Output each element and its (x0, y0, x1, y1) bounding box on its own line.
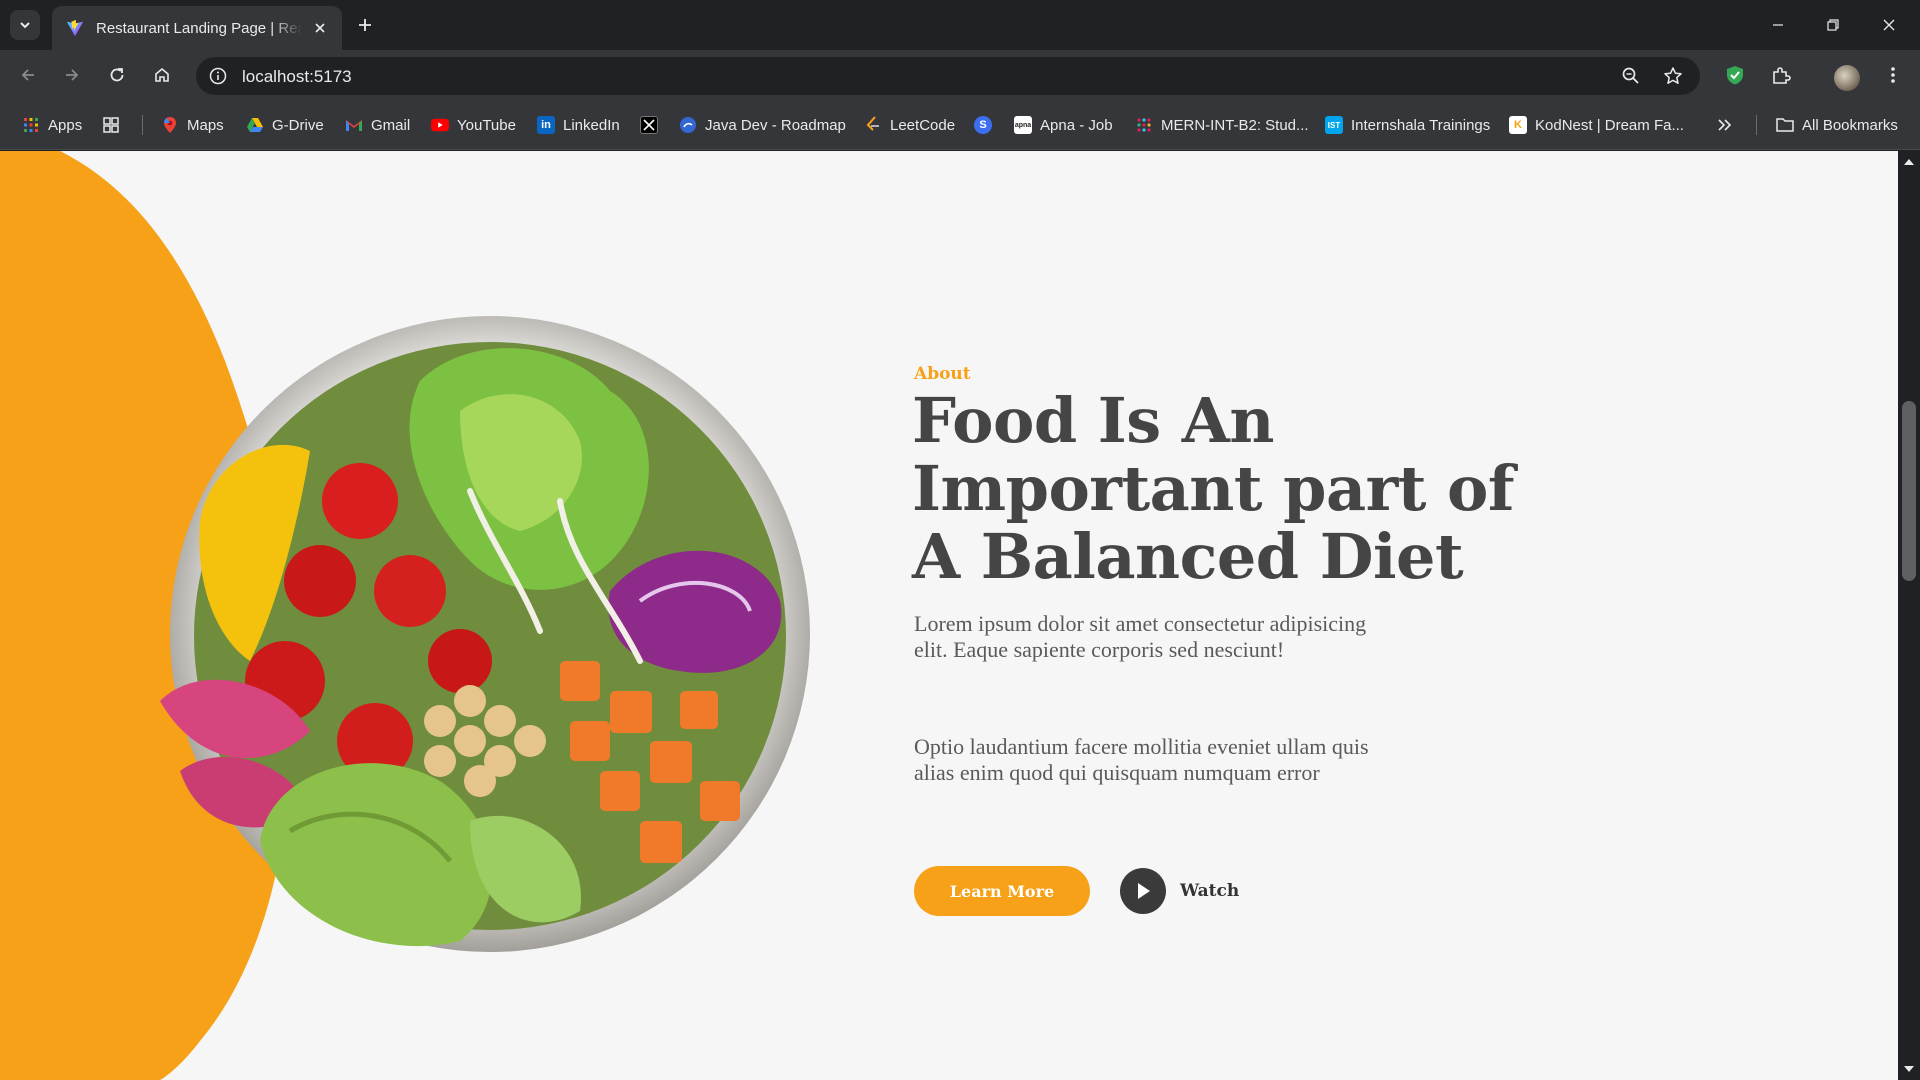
play-icon (1120, 868, 1166, 914)
bookmark-star-icon[interactable] (1662, 65, 1684, 87)
browser-toolbar: localhost:5173 (0, 50, 1920, 100)
profile-avatar[interactable] (1834, 65, 1860, 91)
close-icon (1883, 19, 1895, 31)
close-window-button[interactable] (1874, 10, 1904, 40)
minimize-button[interactable] (1763, 10, 1793, 40)
scrollbar-thumb[interactable] (1902, 401, 1916, 581)
tab-groups-icon (102, 116, 120, 134)
apna-icon: apna (1014, 116, 1032, 134)
bookmark-apps[interactable]: Apps (22, 113, 82, 137)
leetcode-icon (864, 116, 882, 134)
slack-icon (1135, 116, 1153, 134)
vertical-scrollbar[interactable] (1898, 151, 1920, 1080)
roadmap-icon (679, 116, 697, 134)
bookmark-label: YouTube (457, 116, 516, 134)
x-icon (640, 116, 658, 134)
all-bookmarks-button[interactable]: All Bookmarks (1776, 113, 1898, 137)
home-button[interactable] (148, 61, 176, 89)
back-button[interactable] (14, 61, 42, 89)
bookmark-x[interactable] (640, 113, 666, 137)
secondary-paragraph: Optio laudantium facere mollitia eveniet… (914, 734, 1369, 785)
bookmark-label: Gmail (371, 116, 411, 134)
scroll-up-arrow-icon[interactable] (1904, 159, 1914, 165)
more-menu-icon[interactable] (1880, 62, 1906, 88)
s-icon: S (974, 116, 992, 134)
page-headline: Food Is An Important part of A Balanced … (912, 384, 1515, 593)
tab-title: Restaurant Landing Page | React (96, 19, 302, 37)
bookmark-gmail[interactable]: Gmail (345, 113, 410, 137)
bookmark-s[interactable]: S (974, 113, 1000, 137)
bookmark-apna-job[interactable]: apna Apna - Job (1014, 113, 1113, 137)
bookmark-youtube[interactable]: YouTube (431, 113, 516, 137)
url-text[interactable]: localhost:5173 (242, 67, 352, 87)
bookmark-label: MERN-INT-B2: Stud... (1161, 116, 1309, 134)
tab-search-button[interactable] (10, 10, 40, 40)
reload-button[interactable] (103, 61, 131, 89)
page-viewport: About Food Is An Important part of A Bal… (0, 151, 1898, 1080)
bookmark-label: LinkedIn (563, 116, 620, 134)
chevron-down-icon (20, 22, 30, 29)
bookmark-label: LeetCode (890, 116, 956, 134)
bookmark-kodnest[interactable]: K KodNest | Dream Fa... (1509, 113, 1684, 137)
minimize-icon (1773, 24, 1783, 26)
plus-icon (359, 19, 371, 31)
forward-button[interactable] (58, 61, 86, 89)
bookmark-label: Internshala Trainings (1351, 116, 1491, 134)
youtube-icon (431, 116, 449, 134)
bookmarks-overflow-button[interactable] (1716, 113, 1732, 137)
linkedin-icon: in (537, 116, 555, 134)
restore-icon (1827, 19, 1839, 31)
bookmark-label: Maps (187, 116, 224, 134)
bookmark-label: Java Dev - Roadmap (705, 116, 846, 134)
bookmark-internshala[interactable]: IST Internshala Trainings (1325, 113, 1490, 137)
bookmark-tab-groups[interactable] (102, 113, 128, 137)
site-info-button[interactable] (206, 64, 230, 88)
bookmark-java-dev-roadmap[interactable]: Java Dev - Roadmap (679, 113, 846, 137)
kodnest-icon: K (1509, 116, 1527, 134)
vite-icon (66, 19, 84, 37)
salad-bowl-image (160, 316, 810, 952)
restore-button[interactable] (1818, 10, 1848, 40)
extensions-puzzle-icon[interactable] (1768, 62, 1794, 88)
tab-close-icon[interactable] (310, 18, 330, 38)
arrow-right-icon (66, 69, 79, 81)
zoom-icon[interactable] (1620, 65, 1642, 87)
bookmark-label: Apna - Job (1040, 116, 1113, 134)
reload-icon (110, 68, 124, 82)
bookmark-label: Apps (48, 116, 83, 134)
bookmark-maps[interactable]: Maps (161, 113, 224, 137)
bookmark-linkedin[interactable]: in LinkedIn (537, 113, 620, 137)
watch-button[interactable]: Watch (1120, 868, 1239, 914)
maps-icon (161, 116, 179, 134)
bookmark-label: All Bookmarks (1802, 116, 1898, 134)
learn-more-button[interactable]: Learn More (914, 866, 1090, 916)
watch-label: Watch (1180, 881, 1240, 901)
bookmark-g-drive[interactable]: G-Drive (246, 113, 324, 137)
info-icon (209, 67, 227, 85)
tab-strip: Restaurant Landing Page | React (0, 0, 1920, 50)
gmail-icon (345, 116, 363, 134)
drive-icon (246, 116, 264, 134)
address-bar[interactable]: localhost:5173 (196, 57, 1700, 95)
arrow-left-icon (21, 69, 34, 81)
bookmarks-separator (142, 115, 143, 135)
bookmarks-separator (1756, 115, 1757, 135)
home-icon (155, 67, 169, 82)
scroll-down-arrow-icon[interactable] (1904, 1066, 1914, 1072)
bookmark-label: G-Drive (272, 116, 324, 134)
bookmark-mern-int[interactable]: MERN-INT-B2: Stud... (1135, 113, 1309, 137)
folder-icon (1776, 116, 1794, 134)
about-label: About (914, 364, 971, 384)
new-tab-button[interactable] (352, 12, 378, 38)
bookmark-leetcode[interactable]: LeetCode (864, 113, 955, 137)
shield-extension-icon[interactable] (1722, 62, 1748, 88)
intro-paragraph: Lorem ipsum dolor sit amet consectetur a… (914, 611, 1367, 662)
bookmark-label: KodNest | Dream Fa... (1535, 116, 1684, 134)
browser-tab[interactable]: Restaurant Landing Page | React (52, 6, 342, 50)
double-chevron-right-icon (1718, 119, 1732, 131)
internshala-icon: IST (1325, 116, 1343, 134)
apps-grid-icon (22, 116, 40, 134)
bookmarks-bar: Apps Maps G-Drive Gmail YouTube in Linke… (0, 100, 1920, 150)
